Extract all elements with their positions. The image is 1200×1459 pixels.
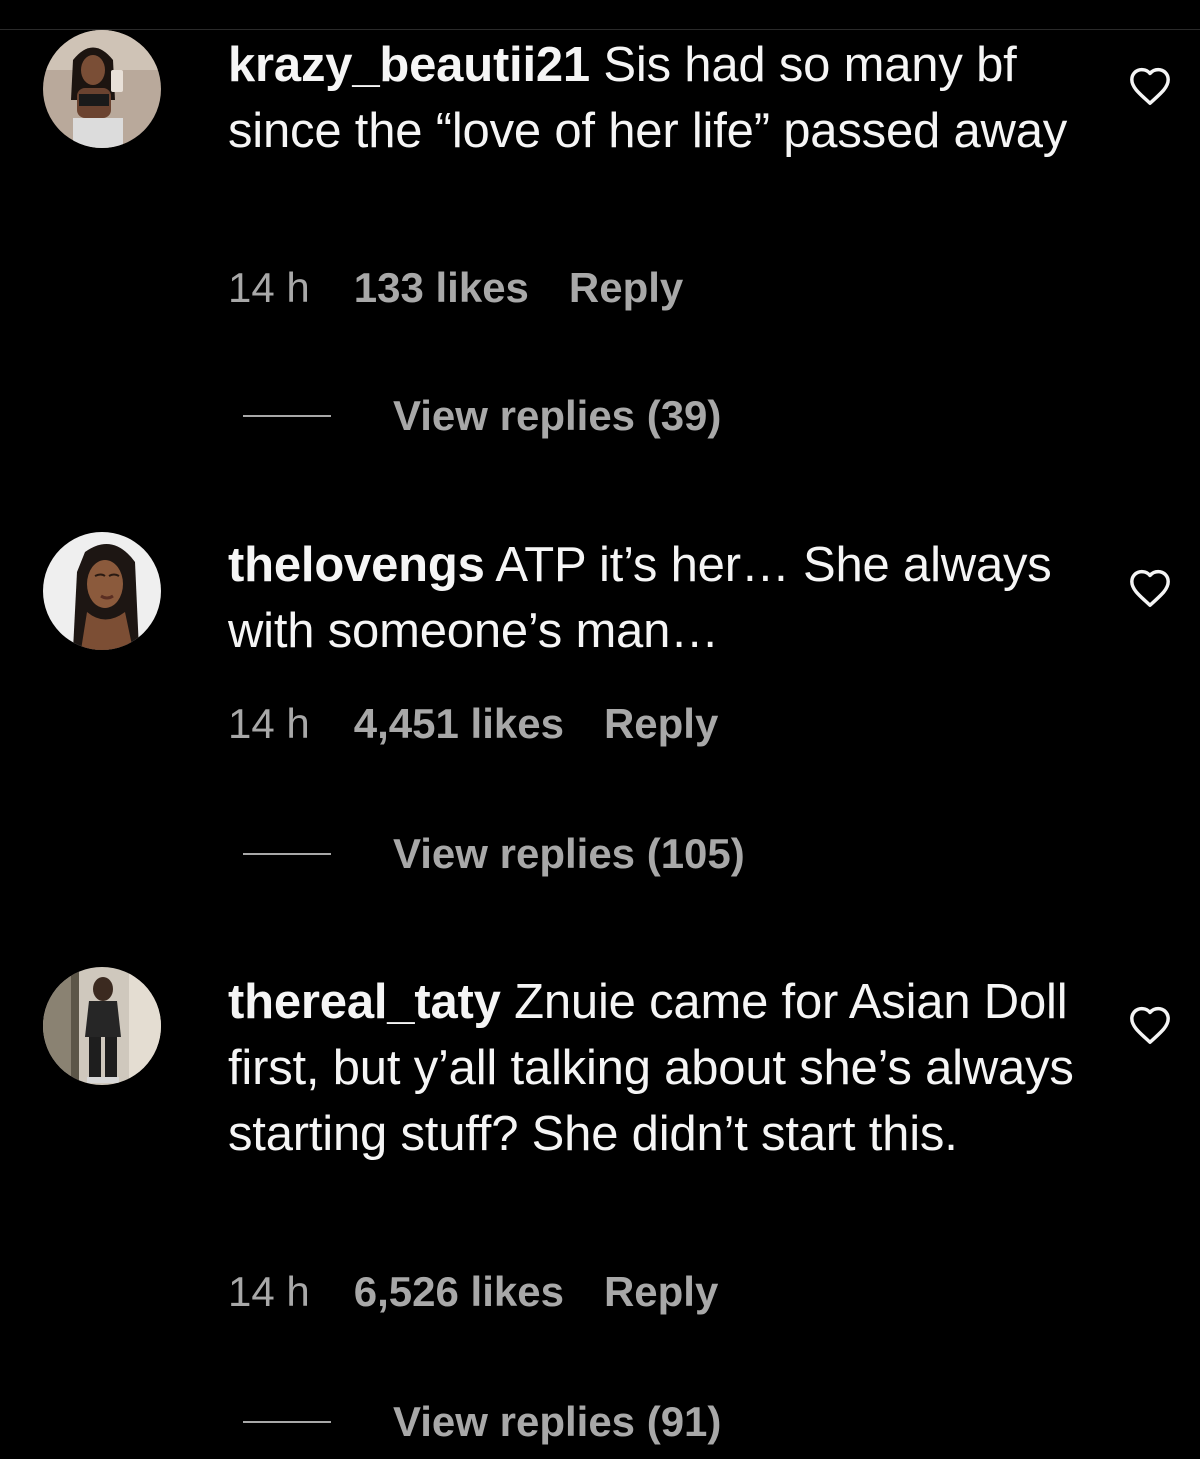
reply-button[interactable]: Reply: [604, 1268, 718, 1315]
comment-meta: 14 h 6,526 likes Reply: [228, 1268, 758, 1316]
comment-likes[interactable]: 4,451 likes: [354, 700, 564, 747]
reply-button[interactable]: Reply: [569, 264, 683, 311]
comment-username[interactable]: thelovengs: [228, 538, 485, 592]
comment-body: krazy_beautii21 Sis had so many bf since…: [228, 32, 1078, 164]
view-replies-label: View replies (91): [393, 1398, 722, 1445]
top-divider: [0, 29, 1200, 30]
comment-likes[interactable]: 6,526 likes: [354, 1268, 564, 1315]
avatar[interactable]: [43, 532, 161, 650]
avatar[interactable]: [43, 30, 161, 148]
view-replies-button[interactable]: View replies (105): [243, 830, 745, 878]
view-replies-button[interactable]: View replies (91): [243, 1398, 721, 1446]
comment-meta: 14 h 4,451 likes Reply: [228, 700, 758, 748]
view-replies-label: View replies (105): [393, 830, 745, 877]
view-replies-line: [243, 1420, 331, 1423]
comment-meta: 14 h 133 likes Reply: [228, 264, 723, 312]
comment-time[interactable]: 14 h: [228, 1268, 310, 1315]
view-replies-line: [243, 852, 331, 855]
comment-username[interactable]: thereal_taty: [228, 975, 501, 1029]
heart-outline-icon[interactable]: [1128, 568, 1172, 608]
avatar[interactable]: [43, 967, 161, 1085]
comment-body: thelovengs ATP it’s her… She always with…: [228, 532, 1078, 664]
view-replies-line: [243, 414, 331, 417]
reply-button[interactable]: Reply: [604, 700, 718, 747]
comment-username[interactable]: krazy_beautii21: [228, 38, 590, 92]
comment-time[interactable]: 14 h: [228, 700, 310, 747]
heart-outline-icon[interactable]: [1128, 1005, 1172, 1045]
view-replies-button[interactable]: View replies (39): [243, 392, 721, 440]
heart-outline-icon[interactable]: [1128, 66, 1172, 106]
comment-time[interactable]: 14 h: [228, 264, 310, 311]
view-replies-label: View replies (39): [393, 392, 722, 439]
comment-likes[interactable]: 133 likes: [354, 264, 529, 311]
comment-body: thereal_taty Znuie came for Asian Doll f…: [228, 969, 1078, 1167]
